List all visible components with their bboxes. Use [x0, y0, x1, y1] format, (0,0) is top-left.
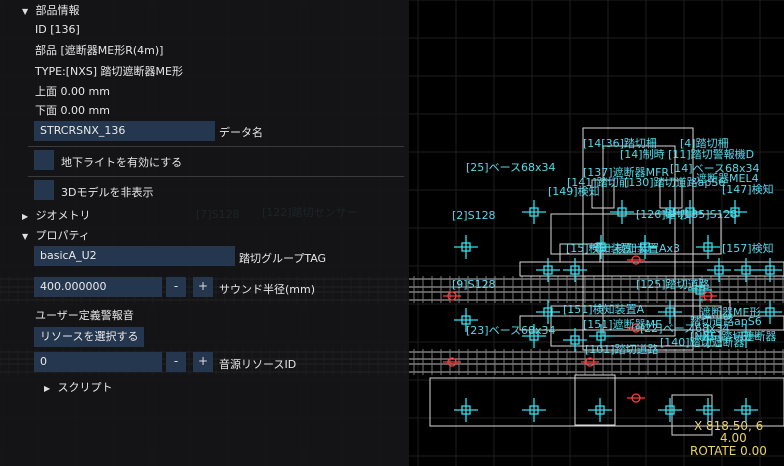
- object-label: [101]踏切道路: [585, 342, 659, 356]
- ground-light-checkbox[interactable]: [34, 150, 54, 170]
- bottom-line: 下面 0.00 mm: [35, 104, 110, 117]
- sound-radius-plus-button[interactable]: +: [193, 277, 213, 297]
- object-label: [23]ベース68x34: [466, 324, 556, 337]
- object-label: 検知装置Ax3: [615, 241, 680, 255]
- object-label: [14]制時 [11]踏切警報機D: [620, 147, 754, 161]
- section-property[interactable]: ▼ プロパティ: [22, 227, 90, 243]
- sound-resource-input[interactable]: 0: [34, 352, 162, 372]
- expand-arrow-icon: ▶: [22, 212, 29, 221]
- type-line: TYPE:[NXS] 踏切遮断器ME形: [35, 65, 183, 78]
- user-alarm-label: ユーザー定義警報音: [35, 309, 134, 322]
- data-name-input[interactable]: STRCRSNX_136: [34, 121, 215, 141]
- section-title: 部品情報: [35, 4, 80, 17]
- object-label: [135]S128: [680, 208, 738, 221]
- rotate-text: ROTATE 0.00: [690, 444, 767, 458]
- crossing-group-label: 踏切グループTAG: [239, 252, 327, 265]
- section-title: スクリプト: [57, 381, 113, 394]
- section-geometry[interactable]: ▶ ジオメトリ: [22, 207, 91, 223]
- top-line: 上面 0.00 mm: [35, 85, 110, 98]
- object-label: [149]検知: [548, 184, 600, 198]
- sound-radius-input[interactable]: 400.000000: [34, 277, 162, 297]
- object-label: 遮断器ME形: [700, 305, 760, 319]
- z-text: 4.00: [720, 431, 747, 445]
- sound-radius-label: サウンド半径(mm): [219, 283, 316, 296]
- sound-radius-minus-button[interactable]: -: [166, 277, 186, 297]
- divider: [28, 146, 404, 147]
- id-line: ID [136]: [35, 23, 80, 36]
- section-script[interactable]: ▶ スクリプト: [44, 379, 113, 395]
- sound-resource-label: 音源リソースID: [219, 358, 297, 371]
- object-label: [147]検知: [722, 182, 774, 196]
- object-label: [125]踏切道路: [636, 277, 710, 291]
- divider: [28, 176, 404, 177]
- sound-resource-minus-button[interactable]: -: [166, 352, 186, 372]
- sound-resource-plus-button[interactable]: +: [193, 352, 213, 372]
- object-label: [151]検知装置A: [563, 302, 645, 316]
- property-panel: ▼ 部品情報 ID [136] 部品 [遮断器ME形R(4m)] TYPE:[N…: [0, 0, 409, 466]
- collapse-arrow-icon: ▼: [22, 232, 29, 241]
- object-label: [NXS]踏切遮断器: [690, 329, 776, 343]
- section-title: ジオメトリ: [35, 209, 91, 222]
- section-part-info[interactable]: ▼ 部品情報: [22, 2, 80, 18]
- object-label: [157]検知: [722, 241, 774, 255]
- object-label: [25]ベース68x34: [466, 161, 556, 174]
- section-title: プロパティ: [35, 229, 90, 242]
- data-name-label: データ名: [219, 126, 263, 139]
- hide-3d-checkbox[interactable]: [34, 180, 54, 200]
- ground-light-label: 地下ライトを有効にする: [61, 156, 183, 169]
- part-line: 部品 [遮断器ME形R(4m)]: [35, 44, 164, 57]
- expand-arrow-icon: ▶: [44, 384, 51, 393]
- object-label: [2]S128: [452, 209, 496, 222]
- collapse-arrow-icon: ▼: [22, 7, 29, 16]
- hide-3d-label: 3Dモデルを非表示: [61, 186, 154, 199]
- object-label: [9]S128: [452, 278, 496, 291]
- crossing-group-input[interactable]: basicA_U2: [34, 246, 235, 266]
- select-resource-button[interactable]: リソースを選択する: [34, 327, 145, 347]
